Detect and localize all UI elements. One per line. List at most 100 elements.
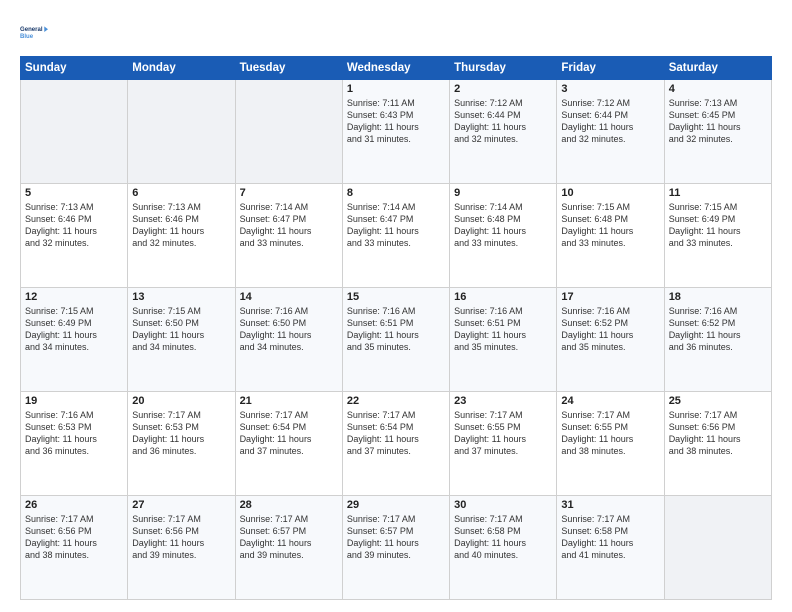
calendar-cell <box>235 80 342 184</box>
cell-content: Sunset: 6:47 PM <box>240 213 338 225</box>
day-number: 2 <box>454 83 552 95</box>
day-number: 24 <box>561 395 659 407</box>
cell-content: and 39 minutes. <box>132 549 230 561</box>
cell-content: Sunset: 6:51 PM <box>454 317 552 329</box>
cell-content: Sunrise: 7:17 AM <box>347 409 445 421</box>
cell-content: and 38 minutes. <box>561 445 659 457</box>
day-header-thursday: Thursday <box>450 57 557 80</box>
day-header-monday: Monday <box>128 57 235 80</box>
calendar-cell: 6Sunrise: 7:13 AMSunset: 6:46 PMDaylight… <box>128 184 235 288</box>
cell-content: Sunset: 6:43 PM <box>347 109 445 121</box>
calendar-cell: 20Sunrise: 7:17 AMSunset: 6:53 PMDayligh… <box>128 392 235 496</box>
cell-content: Daylight: 11 hours <box>25 537 123 549</box>
calendar-cell: 5Sunrise: 7:13 AMSunset: 6:46 PMDaylight… <box>21 184 128 288</box>
cell-content: and 33 minutes. <box>669 237 767 249</box>
cell-content: Daylight: 11 hours <box>561 225 659 237</box>
day-number: 11 <box>669 187 767 199</box>
calendar-cell: 18Sunrise: 7:16 AMSunset: 6:52 PMDayligh… <box>664 288 771 392</box>
day-number: 16 <box>454 291 552 303</box>
logo: General Blue <box>20 18 52 46</box>
day-header-saturday: Saturday <box>664 57 771 80</box>
cell-content: Daylight: 11 hours <box>669 225 767 237</box>
day-number: 4 <box>669 83 767 95</box>
cell-content: Sunrise: 7:17 AM <box>561 409 659 421</box>
calendar-cell <box>128 80 235 184</box>
cell-content: and 33 minutes. <box>240 237 338 249</box>
cell-content: Sunset: 6:58 PM <box>454 525 552 537</box>
cell-content: and 38 minutes. <box>25 549 123 561</box>
cell-content: Sunrise: 7:16 AM <box>561 305 659 317</box>
cell-content: Daylight: 11 hours <box>240 329 338 341</box>
header: General Blue <box>20 18 772 46</box>
cell-content: Sunrise: 7:17 AM <box>561 513 659 525</box>
cell-content: Sunrise: 7:13 AM <box>132 201 230 213</box>
cell-content: Sunrise: 7:17 AM <box>132 409 230 421</box>
cell-content: and 37 minutes. <box>347 445 445 457</box>
cell-content: and 40 minutes. <box>454 549 552 561</box>
cell-content: Daylight: 11 hours <box>454 537 552 549</box>
svg-text:General: General <box>20 27 43 33</box>
calendar-cell: 27Sunrise: 7:17 AMSunset: 6:56 PMDayligh… <box>128 496 235 600</box>
cell-content: Sunrise: 7:17 AM <box>240 513 338 525</box>
cell-content: Daylight: 11 hours <box>669 121 767 133</box>
cell-content: Sunrise: 7:15 AM <box>132 305 230 317</box>
cell-content: Sunset: 6:45 PM <box>669 109 767 121</box>
calendar-cell: 9Sunrise: 7:14 AMSunset: 6:48 PMDaylight… <box>450 184 557 288</box>
cell-content: and 39 minutes. <box>240 549 338 561</box>
cell-content: Sunrise: 7:15 AM <box>561 201 659 213</box>
cell-content: Sunrise: 7:17 AM <box>669 409 767 421</box>
calendar-cell: 29Sunrise: 7:17 AMSunset: 6:57 PMDayligh… <box>342 496 449 600</box>
cell-content: Sunrise: 7:12 AM <box>561 97 659 109</box>
cell-content: Sunset: 6:53 PM <box>25 421 123 433</box>
cell-content: Sunset: 6:58 PM <box>561 525 659 537</box>
cell-content: Sunset: 6:55 PM <box>454 421 552 433</box>
calendar-week-5: 26Sunrise: 7:17 AMSunset: 6:56 PMDayligh… <box>21 496 772 600</box>
calendar-cell: 16 Sunrise: 7:16 AMSunset: 6:51 PMDayligh… <box>450 288 557 392</box>
calendar-header-row: SundayMondayTuesdayWednesdayThursdayFrid… <box>21 57 772 80</box>
cell-content: Sunrise: 7:14 AM <box>240 201 338 213</box>
cell-content: Sunrise: 7:11 AM <box>347 97 445 109</box>
svg-text:Blue: Blue <box>20 34 34 40</box>
cell-content: and 37 minutes. <box>454 445 552 457</box>
cell-content: and 33 minutes. <box>347 237 445 249</box>
day-number: 17 <box>561 291 659 303</box>
cell-content: Daylight: 11 hours <box>132 537 230 549</box>
calendar-week-4: 19Sunrise: 7:16 AMSunset: 6:53 PMDayligh… <box>21 392 772 496</box>
cell-content: and 33 minutes. <box>561 237 659 249</box>
calendar-cell: 26Sunrise: 7:17 AMSunset: 6:56 PMDayligh… <box>21 496 128 600</box>
calendar-cell: 28Sunrise: 7:17 AMSunset: 6:57 PMDayligh… <box>235 496 342 600</box>
day-number: 18 <box>669 291 767 303</box>
day-number: 14 <box>240 291 338 303</box>
cell-content: Sunset: 6:46 PM <box>25 213 123 225</box>
cell-content: and 35 minutes. <box>454 341 552 353</box>
day-header-tuesday: Tuesday <box>235 57 342 80</box>
day-number: 9 <box>454 187 552 199</box>
cell-content: Sunrise: 7:17 AM <box>347 513 445 525</box>
cell-content: Daylight: 11 hours <box>347 225 445 237</box>
cell-content: Sunrise: 7:17 AM <box>25 513 123 525</box>
day-number: 28 <box>240 499 338 511</box>
calendar-week-1: 1Sunrise: 7:11 AMSunset: 6:43 PMDaylight… <box>21 80 772 184</box>
calendar-cell <box>664 496 771 600</box>
calendar-cell: 3Sunrise: 7:12 AMSunset: 6:44 PMDaylight… <box>557 80 664 184</box>
day-number: 10 <box>561 187 659 199</box>
cell-content: Sunset: 6:52 PM <box>669 317 767 329</box>
cell-content: Daylight: 11 hours <box>240 433 338 445</box>
cell-content: Sunrise: 7:14 AM <box>454 201 552 213</box>
cell-content: and 37 minutes. <box>240 445 338 457</box>
calendar-cell: 4 Sunrise: 7:13 AMSunset: 6:45 PMDaylight… <box>664 80 771 184</box>
cell-content: Daylight: 11 hours <box>454 329 552 341</box>
day-number: 23 <box>454 395 552 407</box>
cell-content: Sunset: 6:46 PM <box>132 213 230 225</box>
cell-content: Sunrise: 7:16 AM <box>669 305 767 317</box>
cell-content: Daylight: 11 hours <box>454 225 552 237</box>
calendar-page: General Blue SundayMondayTuesdayWednesda… <box>0 0 792 612</box>
cell-content: Sunrise: 7:16 AM <box>347 305 445 317</box>
cell-content: and 36 minutes. <box>132 445 230 457</box>
calendar-cell: 7Sunrise: 7:14 AMSunset: 6:47 PMDaylight… <box>235 184 342 288</box>
cell-content: Sunrise: 7:17 AM <box>454 409 552 421</box>
cell-content: Sunrise: 7:16 AM <box>454 305 552 317</box>
day-number: 13 <box>132 291 230 303</box>
cell-content: Sunset: 6:53 PM <box>132 421 230 433</box>
cell-content: Sunrise: 7:13 AM <box>669 97 767 109</box>
